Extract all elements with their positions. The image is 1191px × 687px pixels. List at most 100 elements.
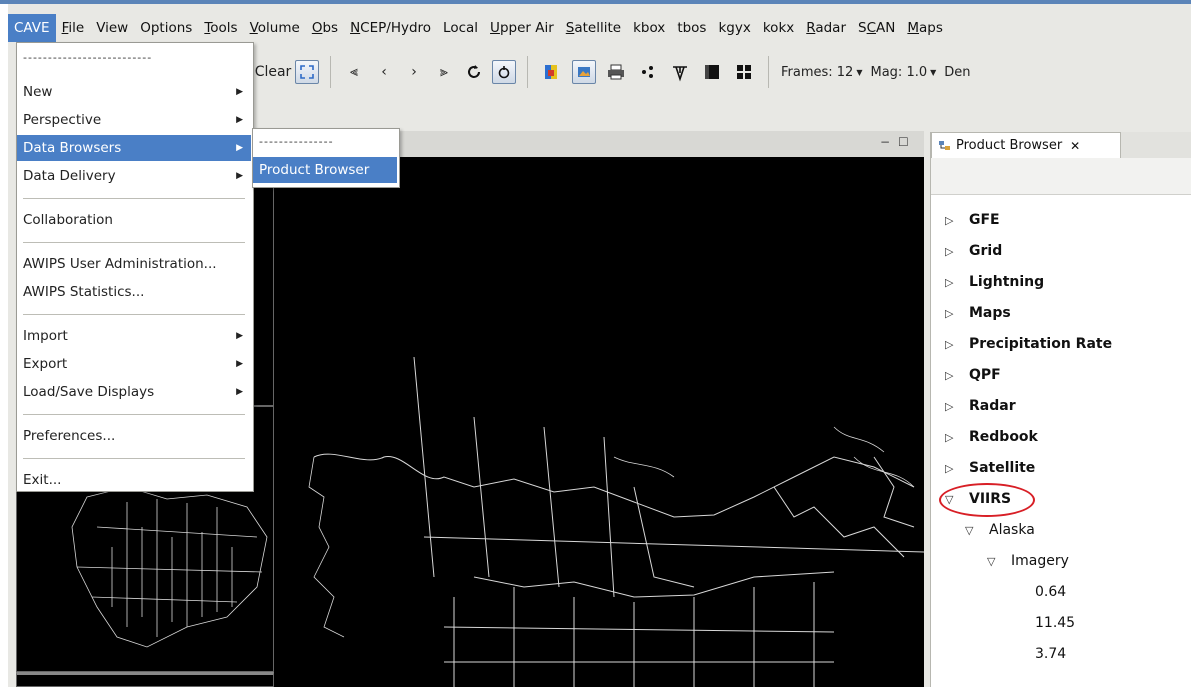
menu-ncep-hydro[interactable]: NCEP/Hydro [344,14,437,42]
cave-menu-item-perspective[interactable]: Perspective ▶ [17,107,251,133]
collapsed-arrow-icon[interactable]: ▷ [945,245,959,258]
tree-item-satellite[interactable]: ▷ Satellite [945,454,1035,482]
menu-kokx[interactable]: kokx [757,14,800,42]
menu-maps[interactable]: Maps [901,14,949,42]
collapsed-arrow-icon[interactable]: ▷ [945,276,959,289]
last-frame-button[interactable]: ⫸ [429,57,459,87]
tree-item-maps[interactable]: ▷ Maps [945,299,1011,327]
menu-item-label: Data Delivery [23,168,116,184]
menu-cave[interactable]: CAVE [8,14,56,42]
tree-item-label: Lightning [969,274,1045,290]
menu-scan[interactable]: SCAN [852,14,901,42]
menu-kbox[interactable]: kbox [627,14,671,42]
collapsed-arrow-icon[interactable]: ▷ [945,307,959,320]
menu-local[interactable]: Local [437,14,484,42]
menu-file[interactable]: File [56,14,91,42]
menu-kgyx[interactable]: kgyx [712,14,756,42]
menu-view[interactable]: View [90,14,134,42]
density-dropdown[interactable]: Den [940,57,974,87]
cave-menu-item-export[interactable]: Export ▶ [17,351,251,377]
menu-item-label: AWIPS Statistics... [23,284,145,300]
maximize-icon[interactable]: ☐ [898,135,909,149]
color-table-button[interactable] [536,57,568,87]
menu-tearoff[interactable]: -------------------------- [23,51,152,64]
submenu-arrow-icon: ▶ [236,359,243,369]
cave-application: CAVE File View Options Tools Volume Obs NCEP/Hy… [8,4,1191,687]
first-frame-button[interactable]: ⫷ [339,57,369,87]
menu-obs[interactable]: Obs [306,14,344,42]
cave-menu-item-awips-statistics[interactable]: AWIPS Statistics... [17,279,251,305]
menu-upper-air[interactable]: Upper Air [484,14,560,42]
cave-menu-item-import[interactable]: Import ▶ [17,323,251,349]
tree-item-grid[interactable]: ▷ Grid [945,237,1002,265]
toolbar-separator [527,56,528,88]
cave-menu-item-data-delivery[interactable]: Data Delivery ▶ [17,163,251,189]
cave-menu-item-exit[interactable]: Exit... [17,467,251,493]
cave-menu-item-load-save-displays[interactable]: Load/Save Displays ▶ [17,379,251,405]
tree-item-radar[interactable]: ▷ Radar [945,392,1016,420]
toolbar: Clear ⫷ ‹ › ⫸ Frames: 12 ▼ Mag: 1.0 ▼ De… [254,44,1191,104]
next-frame-icon: › [411,64,417,80]
panel-icon [705,65,719,79]
tree-item-label: 3.74 [1035,646,1067,662]
next-frame-button[interactable]: › [399,57,429,87]
prev-frame-button[interactable]: ‹ [369,57,399,87]
product-browser-tab-label: Product Browser [956,138,1063,153]
submenu-item-product-browser[interactable]: Product Browser [253,157,397,183]
tree-item-alaska[interactable]: ▽ Alaska [965,516,1035,544]
tree-item-gfe[interactable]: ▷ GFE [945,206,1000,234]
single-panel-button[interactable] [696,57,728,87]
menu-item-label: Perspective [23,112,102,128]
menu-satellite[interactable]: Satellite [560,14,627,42]
density-label: Den [944,64,971,80]
tree-item-lightning[interactable]: ▷ Lightning [945,268,1044,296]
collapsed-arrow-icon[interactable]: ▷ [945,369,959,382]
tree-item-redbook[interactable]: ▷ Redbook [945,423,1038,451]
toolbar-separator [330,56,331,88]
collapsed-arrow-icon[interactable]: ▷ [945,214,959,227]
product-browser-tab[interactable]: Product Browser ✕ [931,132,1121,158]
tree-item-11-45[interactable]: 11.45 [1035,609,1075,637]
menu-separator [23,314,245,315]
cave-menu-item-data-browsers[interactable]: Data Browsers ▶ [17,135,251,161]
submenu-arrow-icon: ▶ [236,143,243,153]
tree-item-precipitation-rate[interactable]: ▷ Precipitation Rate [945,330,1112,358]
chevron-down-icon: ▼ [856,67,863,77]
refresh-button[interactable] [489,57,519,87]
frames-dropdown[interactable]: Frames: 12 ▼ [777,57,867,87]
image-props-button[interactable] [568,57,600,87]
print-icon [608,64,624,80]
cave-menu-item-new[interactable]: New ▶ [17,79,251,105]
cave-menu-item-awips-user-administration[interactable]: AWIPS User Administration... [17,251,251,277]
zoom-extent-button[interactable] [292,57,322,87]
four-panel-button[interactable] [728,57,760,87]
menu-tbos[interactable]: tbos [671,14,712,42]
sample-button[interactable] [664,57,696,87]
cave-menu-item-collaboration[interactable]: Collaboration [17,207,251,233]
tree-item-imagery[interactable]: ▽ Imagery [987,547,1069,575]
cave-menu-item-preferences[interactable]: Preferences... [17,423,251,449]
menu-radar[interactable]: Radar [800,14,852,42]
tree-item-qpf[interactable]: ▷ QPF [945,361,1001,389]
menu-volume[interactable]: Volume [244,14,306,42]
loop-button[interactable] [459,57,489,87]
menu-options[interactable]: Options [134,14,198,42]
print-button[interactable] [600,57,632,87]
collapsed-arrow-icon[interactable]: ▷ [945,431,959,444]
submenu-tearoff[interactable]: --------------- [259,135,334,148]
collapsed-arrow-icon[interactable]: ▷ [945,400,959,413]
mag-dropdown[interactable]: Mag: 1.0 ▼ [867,57,941,87]
tree-item-3-74[interactable]: 3.74 [1035,640,1066,668]
expanded-arrow-icon[interactable]: ▽ [965,524,979,537]
close-icon[interactable]: ✕ [1070,139,1080,153]
map-canvas[interactable] [274,157,925,687]
menu-tools[interactable]: Tools [198,14,243,42]
collapsed-arrow-icon[interactable]: ▷ [945,462,959,475]
tree-item-0-64[interactable]: 0.64 [1035,578,1066,606]
points-button[interactable] [632,57,664,87]
side-pane-bottom[interactable] [16,672,274,687]
collapsed-arrow-icon[interactable]: ▷ [945,338,959,351]
expanded-arrow-icon[interactable]: ▽ [987,555,1001,568]
minimize-icon[interactable]: − [880,135,890,149]
clear-button[interactable]: Clear [254,57,292,87]
